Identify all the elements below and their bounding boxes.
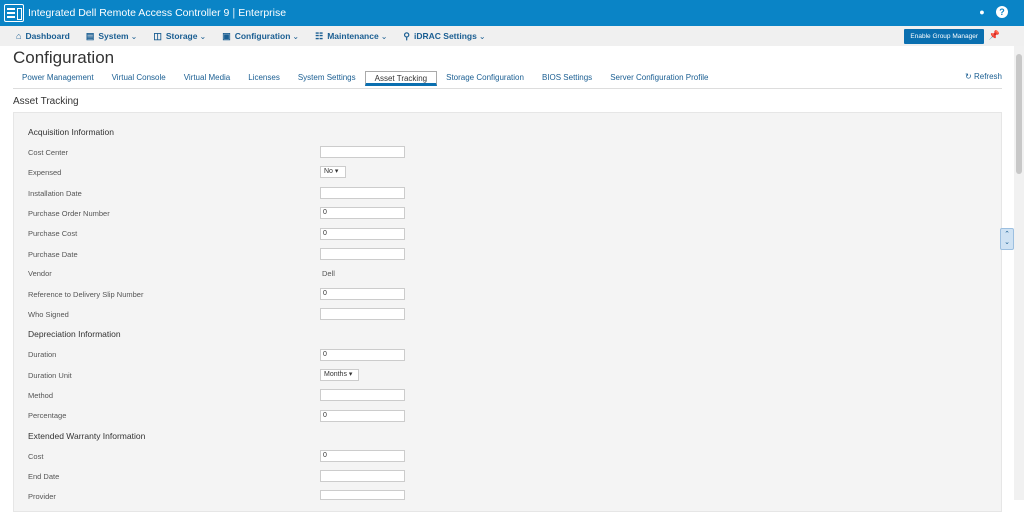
duration-unit-select[interactable]: Months ▾ — [320, 369, 359, 381]
purchase-cost-label: Purchase Cost — [28, 229, 78, 238]
refresh-icon: ↻ — [965, 72, 972, 81]
help-icon[interactable]: ? — [996, 6, 1008, 18]
nav-dashboard-label: Dashboard — [25, 31, 70, 41]
nav-dashboard[interactable]: ⌂ Dashboard — [16, 31, 70, 41]
tab-system-settings[interactable]: System Settings — [289, 71, 365, 86]
chevron-down-icon: ⌄ — [199, 31, 207, 41]
chevron-down-icon: ⌄ — [292, 31, 300, 41]
purchase-date-label: Purchase Date — [28, 250, 78, 259]
idrac-settings-icon: ⚲ — [403, 30, 410, 41]
purchase-date-input[interactable] — [320, 248, 405, 260]
scroll-navigation-widget[interactable]: ⌃ ⌄ — [1000, 228, 1014, 250]
purchase-order-label: Purchase Order Number — [28, 209, 110, 218]
provider-input[interactable] — [320, 490, 405, 500]
nav-system[interactable]: ▤ System ⌄ — [86, 31, 137, 42]
vendor-label: Vendor — [28, 269, 52, 278]
tab-server-configuration-profile[interactable]: Server Configuration Profile — [601, 71, 717, 86]
purchase-cost-input[interactable]: 0 — [320, 228, 405, 240]
expensed-value: No — [324, 168, 333, 175]
percentage-label: Percentage — [28, 411, 67, 420]
maintenance-icon: ☷ — [315, 30, 324, 41]
chevron-down-icon[interactable]: ⌄ — [1004, 239, 1010, 247]
refresh-button[interactable]: ↻ Refresh — [965, 72, 1002, 81]
who-signed-label: Who Signed — [28, 310, 69, 319]
nav-storage[interactable]: ◫ Storage ⌄ — [153, 31, 206, 42]
top-bar: Integrated Dell Remote Access Controller… — [0, 0, 1024, 26]
method-input[interactable] — [320, 389, 405, 401]
tab-divider — [13, 88, 1002, 89]
nav-system-label: System — [98, 31, 129, 41]
pin-icon[interactable]: 📌 — [989, 30, 1000, 41]
configuration-icon: ▣ — [222, 30, 231, 41]
purchase-order-input[interactable]: 0 — [320, 207, 405, 219]
nav-storage-label: Storage — [165, 31, 198, 41]
main-nav: ⌂ Dashboard ▤ System ⌄ ◫ Storage ⌄ ▣ Con… — [0, 26, 1024, 46]
tab-power-management[interactable]: Power Management — [13, 71, 103, 86]
nav-maintenance-label: Maintenance — [327, 31, 379, 41]
cost-center-input[interactable] — [320, 146, 405, 158]
nav-configuration[interactable]: ▣ Configuration ⌄ — [222, 31, 299, 42]
duration-label: Duration — [28, 350, 57, 359]
nav-maintenance[interactable]: ☷ Maintenance ⌄ — [315, 31, 387, 42]
delivery-slip-input[interactable]: 0 — [320, 288, 405, 300]
end-date-label: End Date — [28, 472, 60, 481]
section-title: Asset Tracking — [13, 96, 79, 107]
chevron-up-icon[interactable]: ⌃ — [1004, 231, 1010, 239]
duration-unit-label: Duration Unit — [28, 371, 72, 380]
tab-storage-configuration[interactable]: Storage Configuration — [437, 71, 533, 86]
idrac-logo-icon — [4, 4, 24, 22]
expensed-label: Expensed — [28, 168, 62, 177]
nav-configuration-label: Configuration — [234, 31, 291, 41]
tab-asset-tracking[interactable]: Asset Tracking — [364, 71, 438, 86]
top-icons: ● ? — [976, 6, 1008, 18]
chevron-down-icon: ⌄ — [478, 31, 486, 41]
tab-virtual-media[interactable]: Virtual Media — [175, 71, 240, 86]
dropdown-arrow-icon: ▾ — [334, 168, 339, 175]
tab-bios-settings[interactable]: BIOS Settings — [533, 71, 601, 86]
title-separator: | — [232, 7, 236, 19]
installation-date-label: Installation Date — [28, 189, 82, 198]
depreciation-heading: Depreciation Information — [28, 329, 121, 339]
tab-virtual-console[interactable]: Virtual Console — [103, 71, 175, 86]
home-icon: ⌂ — [16, 31, 22, 41]
user-icon[interactable]: ● — [976, 6, 988, 18]
nav-idrac-settings[interactable]: ⚲ iDRAC Settings ⌄ — [403, 31, 485, 42]
duration-unit-value: Months — [324, 371, 347, 378]
vendor-value: Dell — [322, 269, 335, 278]
installation-date-input[interactable] — [320, 187, 405, 199]
who-signed-input[interactable] — [320, 308, 405, 320]
delivery-slip-label: Reference to Delivery Slip Number — [28, 290, 144, 299]
end-date-input[interactable] — [320, 470, 405, 482]
chevron-down-icon: ⌄ — [130, 31, 138, 41]
refresh-label: Refresh — [973, 72, 1002, 81]
dropdown-arrow-icon: ▾ — [348, 371, 353, 378]
page-title: Configuration — [13, 48, 115, 67]
config-tabs: Power Management Virtual Console Virtual… — [13, 71, 717, 87]
asset-tracking-panel — [13, 112, 1002, 512]
app-edition: Enterprise — [238, 7, 287, 19]
storage-icon: ◫ — [153, 30, 162, 41]
duration-input[interactable]: 0 — [320, 349, 405, 361]
warranty-heading: Extended Warranty Information — [28, 431, 146, 441]
app-title: Integrated Dell Remote Access Controller… — [28, 7, 230, 19]
tab-licenses[interactable]: Licenses — [239, 71, 289, 86]
cost-center-label: Cost Center — [28, 148, 69, 157]
server-icon: ▤ — [85, 30, 95, 41]
enable-group-manager-button[interactable]: Enable Group Manager — [904, 29, 984, 44]
expensed-select[interactable]: No ▾ — [320, 166, 346, 178]
scrollbar-thumb[interactable] — [1016, 54, 1022, 174]
percentage-input[interactable]: 0 — [320, 410, 405, 422]
warranty-cost-label: Cost — [28, 452, 44, 461]
chevron-down-icon: ⌄ — [380, 31, 388, 41]
acquisition-heading: Acquisition Information — [28, 127, 114, 137]
nav-idrac-settings-label: iDRAC Settings — [414, 31, 477, 41]
method-label: Method — [28, 391, 54, 400]
warranty-cost-input[interactable]: 0 — [320, 450, 405, 462]
